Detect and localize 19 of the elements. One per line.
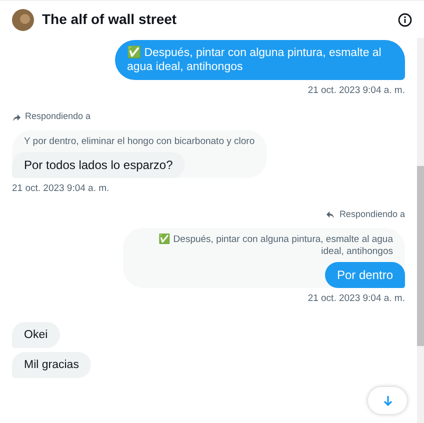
reply-arrow-icon xyxy=(12,112,21,122)
quoted-text: ✅ Después, pintar con alguna pintura, esmalte al agua ideal, antihongos xyxy=(158,232,394,258)
timestamp: 21 oct. 2023 9:04 a. m. xyxy=(308,292,405,306)
arrow-down-icon xyxy=(382,394,392,406)
message-bubble: Mil gracias xyxy=(12,352,91,378)
info-icon[interactable] xyxy=(398,12,412,26)
avatar[interactable] xyxy=(12,8,34,30)
scrollbar[interactable] xyxy=(417,38,424,423)
contact-name: The alf of wall street xyxy=(42,10,178,29)
replying-to-label: Respondiendo a xyxy=(339,208,405,221)
message-bubble: Por dentro xyxy=(324,262,405,288)
replying-to-label: Respondiendo a xyxy=(25,110,91,124)
message-bubble: ✅ Después, pintar con alguna pintura, esmalte al agua ideal, antihongos xyxy=(115,40,405,80)
timestamp: 21 oct. 2023 9:04 a. m. xyxy=(308,84,405,98)
reply-arrow-icon xyxy=(326,210,336,220)
message-bubble: Okei xyxy=(12,322,60,348)
timestamp: 21 oct. 2023 9:04 a. m. xyxy=(12,182,110,196)
message-bubble: Por todos lados lo esparzo? xyxy=(12,152,185,178)
quoted-text: Y por dentro, eliminar el hongo con bicarbonato y cloro xyxy=(23,134,256,149)
